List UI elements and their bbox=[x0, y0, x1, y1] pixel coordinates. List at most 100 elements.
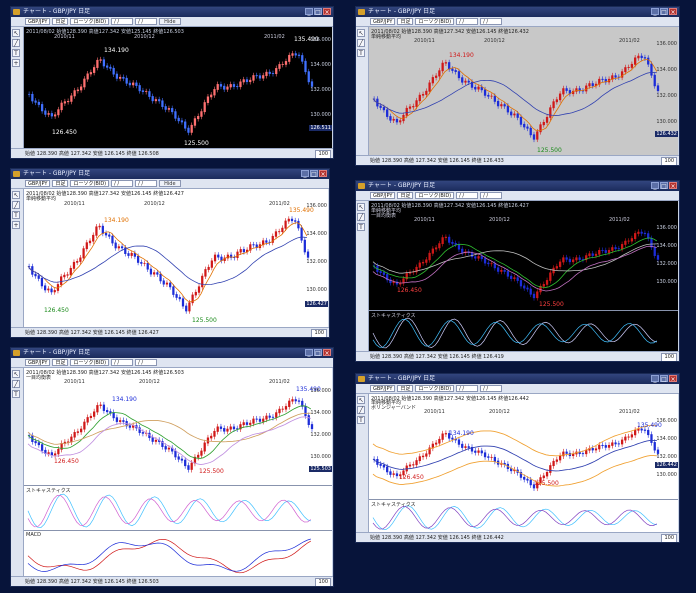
close-icon[interactable]: × bbox=[323, 349, 331, 357]
stochastics-panel[interactable]: ストキャスティクス bbox=[24, 485, 332, 531]
text-tool-icon[interactable]: T bbox=[12, 211, 20, 219]
chart-window-4[interactable]: チャート - GBP/JPY 日足 _ □ × GBP/JPY 日足 ローソク(… bbox=[355, 180, 680, 362]
date-from-field[interactable]: / / bbox=[111, 180, 134, 187]
maximize-icon[interactable]: □ bbox=[310, 170, 318, 178]
period-select[interactable]: 日足 bbox=[52, 180, 69, 187]
chart-window-3[interactable]: チャート - GBP/JPY 日足 _ □ × GBP/JPY 日足 ローソク(… bbox=[10, 168, 330, 338]
close-icon[interactable]: × bbox=[319, 170, 327, 178]
line-tool-icon[interactable]: ╱ bbox=[12, 39, 20, 47]
stochastics-panel[interactable]: ストキャスティクス bbox=[369, 499, 678, 532]
period-select[interactable]: 日足 bbox=[397, 18, 414, 25]
symbol-select[interactable]: GBP/JPY bbox=[25, 359, 51, 366]
candle-body bbox=[66, 100, 70, 103]
price-chart[interactable]: 2011/08/02 始値128.390 高値127.342 安値126.145… bbox=[369, 201, 678, 311]
date-to-field[interactable]: / / bbox=[480, 385, 503, 392]
zoom-icon[interactable]: + bbox=[12, 221, 20, 229]
symbol-select[interactable]: GBP/JPY bbox=[370, 18, 396, 25]
window-title-bar[interactable]: チャート - GBP/JPY 日足 _ □ × bbox=[356, 181, 679, 191]
minimize-icon[interactable]: _ bbox=[651, 8, 659, 16]
cursor-icon[interactable]: ↖ bbox=[12, 29, 20, 37]
period-select[interactable]: 日足 bbox=[397, 385, 414, 392]
date-to-field[interactable]: / / bbox=[135, 180, 158, 187]
chart-type-select[interactable]: ローソク(BID) bbox=[70, 359, 110, 366]
symbol-select[interactable]: GBP/JPY bbox=[370, 385, 396, 392]
close-icon[interactable]: × bbox=[669, 8, 677, 16]
date-from-field[interactable]: / / bbox=[111, 18, 134, 25]
maximize-icon[interactable]: □ bbox=[660, 375, 668, 383]
minimize-icon[interactable]: _ bbox=[305, 8, 313, 16]
date-from-field[interactable]: / / bbox=[111, 359, 134, 366]
price-tick: 132.000 bbox=[656, 454, 677, 460]
date-to-field[interactable]: / / bbox=[480, 192, 503, 199]
zoom-select[interactable]: 100 bbox=[311, 329, 327, 337]
close-icon[interactable]: × bbox=[323, 8, 331, 16]
cursor-icon[interactable]: ↖ bbox=[357, 396, 365, 404]
text-tool-icon[interactable]: T bbox=[12, 49, 20, 57]
line-tool-icon[interactable]: ╱ bbox=[12, 201, 20, 209]
price-chart[interactable]: 2011/08/02 始値128.390 高値127.342 安値126.145… bbox=[369, 394, 678, 500]
zoom-select[interactable]: 100 bbox=[661, 157, 677, 165]
price-chart[interactable]: 2011/08/02 始値128.390 高値127.342 安値126.145… bbox=[24, 189, 328, 327]
window-title-bar[interactable]: チャート - GBP/JPY 日足 _ □ × bbox=[356, 374, 679, 384]
zoom-select[interactable]: 100 bbox=[315, 150, 331, 158]
maximize-icon[interactable]: □ bbox=[314, 349, 322, 357]
hide-button[interactable]: Hide bbox=[159, 180, 181, 187]
window-title-bar[interactable]: チャート - GBP/JPY 日足 _ □ × bbox=[11, 7, 333, 17]
period-select[interactable]: 日足 bbox=[52, 359, 69, 366]
symbol-select[interactable]: GBP/JPY bbox=[25, 180, 51, 187]
maximize-icon[interactable]: □ bbox=[314, 8, 322, 16]
date-from-field[interactable]: / / bbox=[456, 192, 479, 199]
stochastics-panel[interactable]: ストキャスティクス bbox=[369, 310, 678, 351]
symbol-select[interactable]: GBP/JPY bbox=[370, 192, 396, 199]
close-icon[interactable]: × bbox=[669, 182, 677, 190]
text-tool-icon[interactable]: T bbox=[12, 390, 20, 398]
price-chart[interactable]: 2011/08/02 始値128.390 高値127.342 安値126.145… bbox=[369, 27, 678, 155]
date-from-field[interactable]: / / bbox=[456, 18, 479, 25]
zoom-select[interactable]: 100 bbox=[661, 353, 677, 361]
cursor-icon[interactable]: ↖ bbox=[12, 191, 20, 199]
zoom-select[interactable]: 100 bbox=[661, 534, 677, 542]
chart-type-select[interactable]: ローソク(BID) bbox=[70, 18, 110, 25]
date-from-field[interactable]: / / bbox=[456, 385, 479, 392]
chart-type-select[interactable]: ローソク(BID) bbox=[415, 192, 455, 199]
chart-type-select[interactable]: ローソク(BID) bbox=[415, 385, 455, 392]
cursor-icon[interactable]: ↖ bbox=[357, 203, 365, 211]
macd-panel[interactable]: MACD bbox=[24, 530, 332, 576]
minimize-icon[interactable]: _ bbox=[301, 170, 309, 178]
chart-window-2[interactable]: チャート - GBP/JPY 日足 _ □ × GBP/JPY 日足 ローソク(… bbox=[355, 6, 680, 166]
date-to-field[interactable]: / / bbox=[135, 18, 158, 25]
line-tool-icon[interactable]: ╱ bbox=[12, 380, 20, 388]
zoom-icon[interactable]: + bbox=[12, 59, 20, 67]
hide-button[interactable]: Hide bbox=[159, 18, 181, 25]
chart-window-6[interactable]: チャート - GBP/JPY 日足 _ □ × GBP/JPY 日足 ローソク(… bbox=[355, 373, 680, 543]
chart-type-select[interactable]: ローソク(BID) bbox=[70, 180, 110, 187]
text-tool-icon[interactable]: T bbox=[357, 223, 365, 231]
line-tool-icon[interactable]: ╱ bbox=[357, 39, 365, 47]
line-tool-icon[interactable]: ╱ bbox=[357, 213, 365, 221]
cursor-icon[interactable]: ↖ bbox=[12, 370, 20, 378]
price-chart[interactable]: 2011/08/02 始値128.390 高値127.342 安値126.145… bbox=[24, 368, 332, 486]
zoom-select[interactable]: 100 bbox=[315, 578, 331, 586]
maximize-icon[interactable]: □ bbox=[660, 8, 668, 16]
price-chart[interactable]: 2011/08/02 始値128.390 高値127.342 安値125.145… bbox=[24, 27, 332, 148]
minimize-icon[interactable]: _ bbox=[305, 349, 313, 357]
date-to-field[interactable]: / / bbox=[135, 359, 158, 366]
window-title-bar[interactable]: チャート - GBP/JPY 日足 _ □ × bbox=[11, 348, 333, 358]
maximize-icon[interactable]: □ bbox=[660, 182, 668, 190]
minimize-icon[interactable]: _ bbox=[651, 375, 659, 383]
minimize-icon[interactable]: _ bbox=[651, 182, 659, 190]
chart-window-1[interactable]: チャート - GBP/JPY 日足 _ □ × GBP/JPY 日足 ローソク(… bbox=[10, 6, 334, 159]
text-tool-icon[interactable]: T bbox=[357, 49, 365, 57]
chart-window-5[interactable]: チャート - GBP/JPY 日足 _ □ × GBP/JPY 日足 ローソク(… bbox=[10, 347, 334, 587]
period-select[interactable]: 日足 bbox=[52, 18, 69, 25]
text-tool-icon[interactable]: T bbox=[357, 416, 365, 424]
symbol-select[interactable]: GBP/JPY bbox=[25, 18, 51, 25]
chart-type-select[interactable]: ローソク(BID) bbox=[415, 18, 455, 25]
line-tool-icon[interactable]: ╱ bbox=[357, 406, 365, 414]
cursor-icon[interactable]: ↖ bbox=[357, 29, 365, 37]
period-select[interactable]: 日足 bbox=[397, 192, 414, 199]
date-to-field[interactable]: / / bbox=[480, 18, 503, 25]
window-title-bar[interactable]: チャート - GBP/JPY 日足 _ □ × bbox=[11, 169, 329, 179]
close-icon[interactable]: × bbox=[669, 375, 677, 383]
window-title-bar[interactable]: チャート - GBP/JPY 日足 _ □ × bbox=[356, 7, 679, 17]
